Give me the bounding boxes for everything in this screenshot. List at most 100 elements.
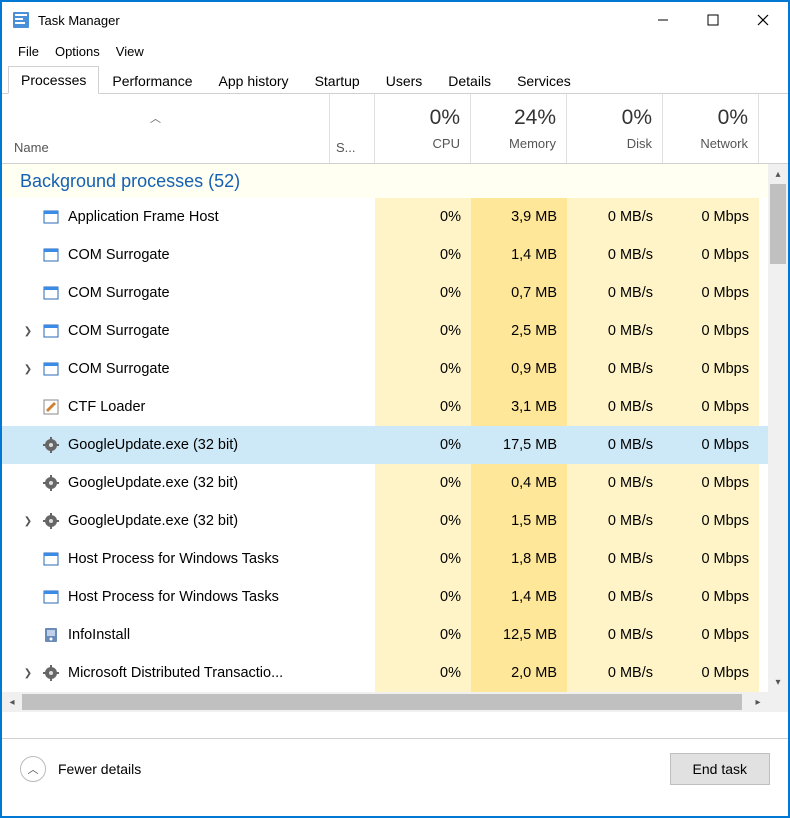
- table-row[interactable]: COM Surrogate0%0,7 MB0 MB/s0 Mbps: [2, 274, 788, 312]
- chevron-up-icon: ︿: [20, 756, 46, 782]
- group-header-background[interactable]: Background processes (52): [2, 164, 788, 198]
- process-name-cell: CTF Loader: [2, 388, 375, 426]
- horizontal-scrollbar-thumb[interactable]: [22, 694, 742, 710]
- col-header-disk[interactable]: 0% Disk: [567, 94, 663, 163]
- table-row[interactable]: ❯COM Surrogate0%2,5 MB0 MB/s0 Mbps: [2, 312, 788, 350]
- cell-disk: 0 MB/s: [567, 426, 663, 464]
- cell-cpu: 0%: [375, 540, 471, 578]
- fewer-details-label: Fewer details: [58, 761, 141, 777]
- process-name-cell: COM Surrogate: [2, 274, 375, 312]
- process-name-cell: ❯COM Surrogate: [2, 350, 375, 388]
- process-name-label: Microsoft Distributed Transactio...: [68, 665, 283, 681]
- gear-icon: [42, 664, 60, 682]
- fewer-details-button[interactable]: ︿ Fewer details: [20, 756, 141, 782]
- cell-disk: 0 MB/s: [567, 578, 663, 616]
- cell-mem: 17,5 MB: [471, 426, 567, 464]
- process-name-label: InfoInstall: [68, 627, 130, 643]
- process-name-label: GoogleUpdate.exe (32 bit): [68, 475, 238, 491]
- cell-net: 0 Mbps: [663, 464, 759, 502]
- minimize-button[interactable]: [638, 2, 688, 38]
- cell-disk: 0 MB/s: [567, 312, 663, 350]
- gear-icon: [42, 436, 60, 454]
- tab-app-history[interactable]: App history: [206, 67, 302, 94]
- network-percent: 0%: [718, 106, 748, 130]
- window-icon: [42, 322, 60, 340]
- table-row[interactable]: Host Process for Windows Tasks 0%1,8 MB 0 …: [2, 540, 788, 578]
- cell-net: 0 Mbps: [663, 312, 759, 350]
- tab-processes[interactable]: Processes: [8, 66, 99, 94]
- tab-details[interactable]: Details: [435, 67, 504, 94]
- maximize-button[interactable]: [688, 2, 738, 38]
- cell-disk: 0 MB/s: [567, 388, 663, 426]
- table-row[interactable]: COM Surrogate0%1,4 MB0 MB/s0 Mbps: [2, 236, 788, 274]
- cell-disk: 0 MB/s: [567, 198, 663, 236]
- vertical-scrollbar-thumb[interactable]: [770, 184, 786, 264]
- cell-cpu: 0%: [375, 236, 471, 274]
- expander-icon[interactable]: ❯: [22, 516, 34, 527]
- col-header-network[interactable]: 0% Network: [663, 94, 759, 163]
- cell-cpu: 0%: [375, 502, 471, 540]
- cell-cpu: 0%: [375, 274, 471, 312]
- expander-icon[interactable]: ❯: [22, 668, 34, 679]
- col-header-cpu[interactable]: 0% CPU: [375, 94, 471, 163]
- cell-disk: 0 MB/s: [567, 464, 663, 502]
- end-task-button[interactable]: End task: [670, 753, 770, 785]
- table-row[interactable]: CTF Loader0%3,1 MB0 MB/s0 Mbps: [2, 388, 788, 426]
- col-header-trailing: [759, 94, 781, 163]
- process-table: Background processes (52) Application Fr…: [2, 164, 788, 692]
- table-row[interactable]: Host Process for Windows Tasks0%1,4 MB0 …: [2, 578, 788, 616]
- cell-cpu: 0%: [375, 312, 471, 350]
- tab-startup[interactable]: Startup: [302, 67, 373, 94]
- cell-net: 0 Mbps: [663, 654, 759, 692]
- cell-cpu: 0%: [375, 388, 471, 426]
- col-header-status[interactable]: S...: [330, 94, 375, 163]
- process-name-label: Host Process for Windows Tasks: [68, 589, 279, 605]
- col-header-name[interactable]: ︿ Name: [2, 94, 330, 163]
- tab-services[interactable]: Services: [504, 67, 584, 94]
- titlebar: Task Manager: [2, 2, 788, 38]
- col-header-memory[interactable]: 24% Memory: [471, 94, 567, 163]
- table-row[interactable]: ❯COM Surrogate0%0,9 MB0 MB/s0 Mbps: [2, 350, 788, 388]
- cell-mem: 1,8 MB: [471, 540, 567, 578]
- cell-net: 0 Mbps: [663, 540, 759, 578]
- table-row[interactable]: Application Frame Host0%3,9 MB0 MB/s0 Mb…: [2, 198, 788, 236]
- cell-mem: 0,9 MB: [471, 350, 567, 388]
- table-row[interactable]: ❯Microsoft Distributed Transactio...0%2,…: [2, 654, 788, 692]
- cell-disk: 0 MB/s: [567, 350, 663, 388]
- menu-options[interactable]: Options: [47, 41, 108, 62]
- cell-net: 0 Mbps: [663, 198, 759, 236]
- expander-icon[interactable]: ❯: [22, 364, 34, 375]
- scroll-down-arrow-icon[interactable]: ▾: [768, 672, 788, 692]
- close-button[interactable]: [738, 2, 788, 38]
- menu-view[interactable]: View: [108, 41, 152, 62]
- cell-net: 0 Mbps: [663, 350, 759, 388]
- process-name-label: Host Process for Windows Tasks: [68, 551, 279, 567]
- table-row[interactable]: InfoInstall0%12,5 MB0 MB/s0 Mbps: [2, 616, 788, 654]
- expander-icon[interactable]: ❯: [22, 326, 34, 337]
- cell-net: 0 Mbps: [663, 616, 759, 654]
- scroll-up-arrow-icon[interactable]: ▴: [768, 164, 788, 184]
- scroll-right-arrow-icon[interactable]: ▸: [748, 692, 768, 712]
- horizontal-scrollbar-track[interactable]: [22, 694, 748, 710]
- window-controls: [638, 2, 788, 38]
- cell-mem: 3,1 MB: [471, 388, 567, 426]
- cpu-label: CPU: [433, 136, 460, 151]
- disk-percent: 0%: [622, 106, 652, 130]
- memory-label: Memory: [509, 136, 556, 151]
- horizontal-scrollbar[interactable]: ◂ ▸: [2, 692, 788, 712]
- tab-performance[interactable]: Performance: [99, 67, 205, 94]
- vertical-scrollbar[interactable]: ▴ ▾: [768, 164, 788, 692]
- disk-icon: [42, 626, 60, 644]
- table-row[interactable]: GoogleUpdate.exe (32 bit)0%0,4 MB0 MB/s0…: [2, 464, 788, 502]
- menu-file[interactable]: File: [10, 41, 47, 62]
- cell-net: 0 Mbps: [663, 236, 759, 274]
- table-row[interactable]: GoogleUpdate.exe (32 bit)0%17,5 MB0 MB/s…: [2, 426, 788, 464]
- process-name-cell: Host Process for Windows Tasks: [2, 540, 375, 578]
- cell-mem: 2,5 MB: [471, 312, 567, 350]
- sort-indicator-icon: ︿: [150, 110, 161, 126]
- tabbar: Processes Performance App history Startu…: [2, 64, 788, 94]
- process-name-cell: Application Frame Host: [2, 198, 375, 236]
- scroll-left-arrow-icon[interactable]: ◂: [2, 692, 22, 712]
- table-row[interactable]: ❯GoogleUpdate.exe (32 bit)0%1,5 MB0 MB/s…: [2, 502, 788, 540]
- tab-users[interactable]: Users: [373, 67, 436, 94]
